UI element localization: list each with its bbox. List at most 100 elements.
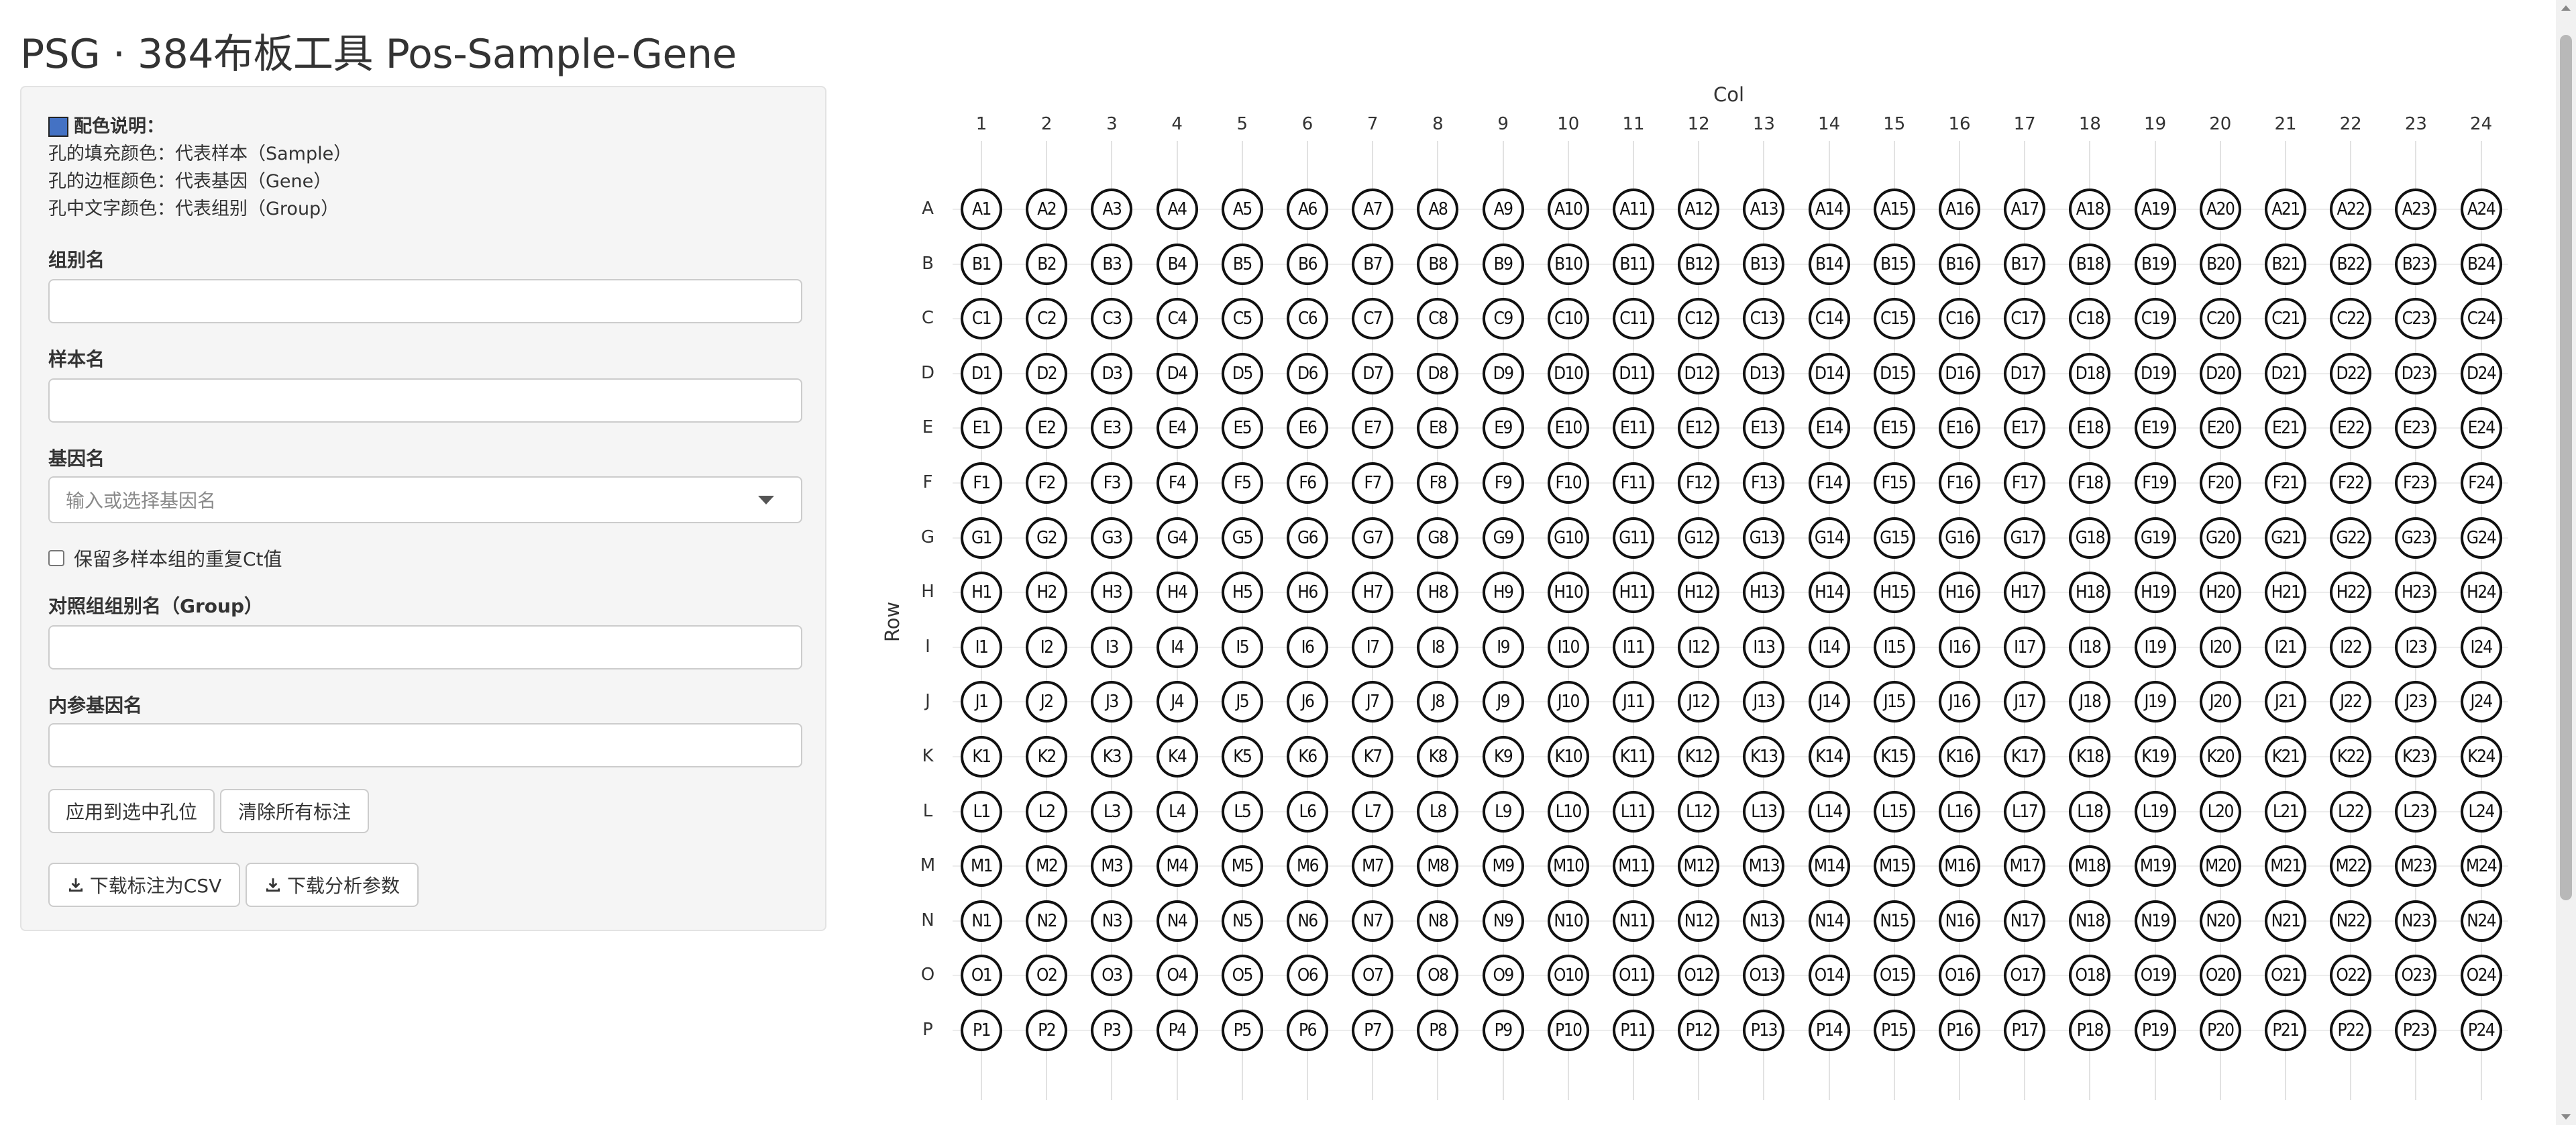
- plate-well[interactable]: D23: [2395, 352, 2437, 394]
- plate-well[interactable]: N11: [1613, 900, 1654, 942]
- plate-well[interactable]: G18: [2069, 517, 2111, 559]
- plate-well[interactable]: K20: [2199, 736, 2241, 778]
- plate-well[interactable]: B6: [1287, 243, 1328, 285]
- plate-well[interactable]: G3: [1091, 517, 1133, 559]
- plate-well[interactable]: P7: [1352, 1010, 1394, 1051]
- plate-well[interactable]: C1: [961, 298, 1002, 340]
- plate-well[interactable]: N9: [1482, 900, 1524, 942]
- plate-well[interactable]: G15: [1873, 517, 1915, 559]
- plate-well[interactable]: G23: [2395, 517, 2437, 559]
- plate-well[interactable]: O21: [2265, 955, 2306, 997]
- plate-well[interactable]: O18: [2069, 955, 2111, 997]
- plate-well[interactable]: K5: [1221, 736, 1263, 778]
- plate-well[interactable]: P13: [1743, 1010, 1785, 1051]
- plate-well[interactable]: I3: [1091, 626, 1133, 668]
- plate-well[interactable]: O16: [1939, 955, 1980, 997]
- plate-well[interactable]: I20: [2199, 626, 2241, 668]
- plate-well[interactable]: C14: [1808, 298, 1850, 340]
- plate-well[interactable]: K17: [2004, 736, 2046, 778]
- plate-well[interactable]: K4: [1156, 736, 1198, 778]
- plate-well[interactable]: J2: [1026, 681, 1068, 723]
- plate-well[interactable]: C4: [1156, 298, 1198, 340]
- plate-well[interactable]: P9: [1482, 1010, 1524, 1051]
- plate-well[interactable]: F1: [961, 462, 1002, 504]
- plate-well[interactable]: J10: [1547, 681, 1589, 723]
- plate-well[interactable]: B9: [1482, 243, 1524, 285]
- plate-well[interactable]: J12: [1678, 681, 1720, 723]
- plate-well[interactable]: I5: [1221, 626, 1263, 668]
- plate-well[interactable]: L12: [1678, 790, 1720, 833]
- plate-well[interactable]: P20: [2199, 1010, 2241, 1051]
- plate-well[interactable]: P14: [1808, 1010, 1850, 1051]
- plate-well[interactable]: C16: [1939, 298, 1980, 340]
- plate-well[interactable]: D17: [2004, 352, 2046, 394]
- plate-well[interactable]: P12: [1678, 1010, 1720, 1051]
- plate-well[interactable]: O7: [1352, 955, 1394, 997]
- plate-well[interactable]: L23: [2395, 790, 2437, 833]
- plate-well[interactable]: C24: [2460, 298, 2502, 340]
- plate-well[interactable]: I12: [1678, 626, 1720, 668]
- plate-well[interactable]: D20: [2199, 352, 2241, 394]
- plate-well[interactable]: J7: [1352, 681, 1394, 723]
- plate-well[interactable]: J18: [2069, 681, 2111, 723]
- plate-well[interactable]: F17: [2004, 462, 2046, 504]
- plate-well[interactable]: M12: [1678, 845, 1720, 888]
- plate-well[interactable]: B12: [1678, 243, 1720, 285]
- plate-well[interactable]: E17: [2004, 407, 2046, 449]
- download-csv-button[interactable]: 下载标注为CSV: [48, 863, 240, 907]
- plate-well[interactable]: N24: [2460, 900, 2502, 942]
- plate-well[interactable]: J20: [2199, 681, 2241, 723]
- plate-well[interactable]: H4: [1156, 572, 1198, 614]
- plate-well[interactable]: L4: [1156, 790, 1198, 833]
- clear-button[interactable]: 清除所有标注: [220, 789, 369, 833]
- plate-well[interactable]: G5: [1221, 517, 1263, 559]
- plate-well[interactable]: A20: [2199, 189, 2241, 230]
- plate-well[interactable]: G17: [2004, 517, 2046, 559]
- plate-well[interactable]: B10: [1547, 243, 1589, 285]
- plate-well[interactable]: K8: [1417, 736, 1459, 778]
- plate-well[interactable]: P23: [2395, 1010, 2437, 1051]
- plate-well[interactable]: G1: [961, 517, 1002, 559]
- plate-well[interactable]: I1: [961, 626, 1002, 668]
- plate-well[interactable]: H22: [2330, 572, 2372, 614]
- plate-well[interactable]: D4: [1156, 352, 1198, 394]
- plate-well[interactable]: F8: [1417, 462, 1459, 504]
- plate-well[interactable]: N21: [2265, 900, 2306, 942]
- plate-well[interactable]: A10: [1547, 189, 1589, 230]
- plate-well[interactable]: N17: [2004, 900, 2046, 942]
- plate-well[interactable]: L9: [1482, 790, 1524, 833]
- group-name-input[interactable]: [48, 279, 802, 323]
- plate-well[interactable]: K9: [1482, 736, 1524, 778]
- plate-well[interactable]: N8: [1417, 900, 1459, 942]
- plate-well[interactable]: K15: [1873, 736, 1915, 778]
- plate-well[interactable]: N3: [1091, 900, 1133, 942]
- plate-well[interactable]: J1: [961, 681, 1002, 723]
- plate-well[interactable]: J23: [2395, 681, 2437, 723]
- plate-well[interactable]: I17: [2004, 626, 2046, 668]
- plate-well[interactable]: A22: [2330, 189, 2372, 230]
- plate-well[interactable]: D24: [2460, 352, 2502, 394]
- plate-well[interactable]: L16: [1939, 790, 1980, 833]
- plate-well[interactable]: P18: [2069, 1010, 2111, 1051]
- plate-well[interactable]: A24: [2460, 189, 2502, 230]
- plate-well[interactable]: E7: [1352, 407, 1394, 449]
- plate-well[interactable]: F20: [2199, 462, 2241, 504]
- plate-well[interactable]: O23: [2395, 955, 2437, 997]
- plate-well[interactable]: M14: [1808, 845, 1850, 888]
- plate-well[interactable]: D5: [1221, 352, 1263, 394]
- plate-well[interactable]: K22: [2330, 736, 2372, 778]
- plate-well[interactable]: K10: [1547, 736, 1589, 778]
- plate-well[interactable]: C19: [2134, 298, 2176, 340]
- plate-well[interactable]: B3: [1091, 243, 1133, 285]
- plate-well[interactable]: K18: [2069, 736, 2111, 778]
- plate-well[interactable]: H12: [1678, 572, 1720, 614]
- plate-well[interactable]: C20: [2199, 298, 2241, 340]
- plate-well[interactable]: F3: [1091, 462, 1133, 504]
- plate-well[interactable]: E20: [2199, 407, 2241, 449]
- plate-well[interactable]: I6: [1287, 626, 1328, 668]
- plate-well[interactable]: A23: [2395, 189, 2437, 230]
- plate-well[interactable]: L1: [961, 790, 1002, 833]
- plate-well[interactable]: I8: [1417, 626, 1459, 668]
- plate-well[interactable]: H6: [1287, 572, 1328, 614]
- plate-well[interactable]: L17: [2004, 790, 2046, 833]
